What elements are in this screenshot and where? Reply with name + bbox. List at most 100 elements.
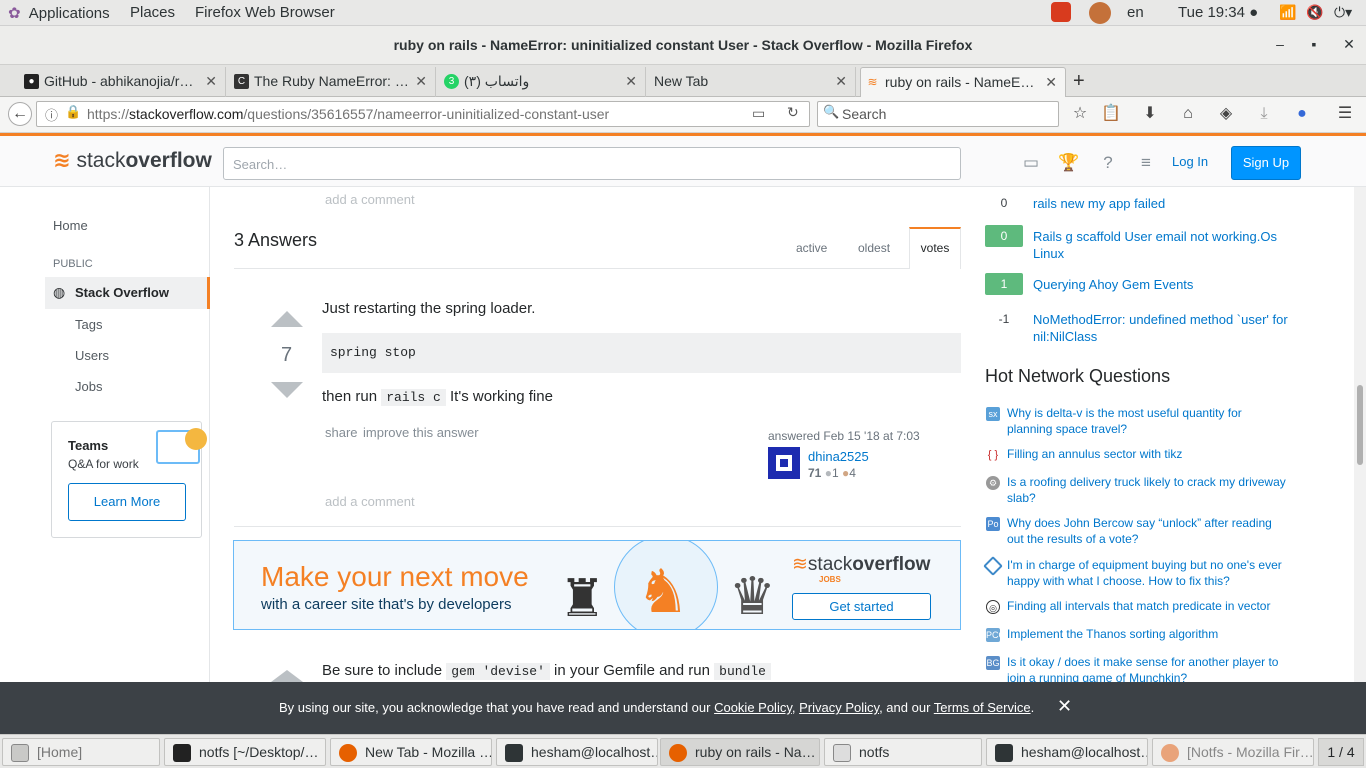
share-link[interactable]: share: [325, 425, 358, 440]
minimize-icon[interactable]: –: [1271, 36, 1289, 54]
tab-new-tab[interactable]: New Tab ✕: [650, 67, 856, 97]
sort-tab-active[interactable]: active: [796, 241, 827, 255]
jobs-ad-banner[interactable]: Make your next move with a career site t…: [233, 540, 961, 630]
codementor-icon: C: [234, 74, 249, 89]
inbox-icon[interactable]: ▭: [1020, 153, 1042, 173]
clock[interactable]: Tue 19:34 ●: [1178, 4, 1258, 21]
hot-question-link[interactable]: Filling an annulus sector with tikz: [1007, 446, 1287, 462]
hot-question-link[interactable]: Why does John Bercow say “unlock” after …: [1007, 515, 1287, 547]
user-name-link[interactable]: dhina2525: [808, 449, 869, 464]
close-window-icon[interactable]: ✕: [1340, 36, 1358, 54]
back-arrow-icon[interactable]: ←: [8, 102, 32, 126]
signup-button[interactable]: Sign Up: [1231, 146, 1301, 180]
nav-stack-overflow[interactable]: ◍ Stack Overflow: [45, 277, 210, 309]
tray-app-icon[interactable]: [1051, 2, 1071, 22]
new-tab-plus-icon[interactable]: +: [1073, 70, 1085, 93]
window-titlebar: ruby on rails - NameError: uninitialized…: [0, 26, 1366, 65]
upvote-arrow-icon[interactable]: [271, 670, 303, 682]
clipboard-icon[interactable]: 📋: [1101, 104, 1121, 124]
login-button[interactable]: Log In: [1172, 154, 1208, 169]
ad-subline: with a career site that's by developers: [261, 596, 512, 613]
firefox-app-menu[interactable]: Firefox Web Browser: [195, 4, 335, 21]
close-tab-icon[interactable]: ✕: [205, 73, 217, 90]
taskbar-item-terminal[interactable]: hesham@localhost…: [496, 738, 658, 766]
so-search-input[interactable]: Search…: [223, 147, 961, 180]
maximize-icon[interactable]: ▪: [1305, 36, 1323, 54]
places-menu[interactable]: Places: [130, 4, 175, 21]
taskbar-item-rubymine[interactable]: notfs [~/Desktop/…: [164, 738, 326, 766]
hot-question-link[interactable]: Finding all intervals that match predica…: [1007, 598, 1287, 614]
sort-tab-votes[interactable]: votes: [909, 227, 961, 269]
volume-icon[interactable]: 🔇: [1306, 4, 1323, 21]
stackoverflow-logo[interactable]: ≋ stackoverflow: [53, 148, 212, 173]
teams-chat-icon: [156, 428, 207, 464]
extension-icon[interactable]: ●: [1292, 104, 1312, 124]
user-avatar[interactable]: [768, 447, 800, 479]
taskbar-item-firefox-notfs[interactable]: [Notfs - Mozilla Fir…: [1152, 738, 1314, 766]
privacy-policy-link[interactable]: Privacy Policy: [799, 700, 879, 715]
tray-weather-icon[interactable]: [1089, 2, 1111, 24]
close-tab-icon[interactable]: ✕: [625, 73, 637, 90]
home-icon[interactable]: ⌂: [1178, 104, 1198, 124]
close-tab-icon[interactable]: ✕: [415, 73, 427, 90]
achievements-trophy-icon[interactable]: 🏆: [1058, 153, 1080, 173]
hot-question-link[interactable]: Implement the Thanos sorting algorithm: [1007, 626, 1287, 642]
close-tab-icon[interactable]: ✕: [1045, 74, 1057, 91]
workspace-switcher[interactable]: 1 / 4: [1318, 738, 1364, 766]
nav-jobs[interactable]: Jobs: [75, 379, 102, 394]
cookie-banner: By using our site, you acknowledge that …: [0, 682, 1366, 734]
taskbar-item-firefox-newtab[interactable]: New Tab - Mozilla …: [330, 738, 492, 766]
help-icon[interactable]: ?: [1097, 153, 1119, 173]
nav-tags[interactable]: Tags: [75, 317, 102, 332]
hot-question-link[interactable]: Why is delta-v is the most useful quanti…: [1007, 405, 1287, 437]
hamburger-menu-icon[interactable]: ☰: [1335, 104, 1355, 124]
tab-whatsapp[interactable]: 3 واتساب (٣) ✕: [440, 67, 646, 97]
downloads-icon[interactable]: ⤓: [1254, 104, 1274, 124]
improve-answer-link[interactable]: improve this answer: [363, 425, 479, 440]
stackexchange-icon[interactable]: ≡: [1135, 153, 1157, 173]
get-started-button[interactable]: Get started: [792, 593, 931, 620]
taskbar-item-terminal-2[interactable]: hesham@localhost…: [986, 738, 1148, 766]
learn-more-button[interactable]: Learn More: [68, 483, 186, 521]
page-scrollbar[interactable]: [1354, 187, 1366, 682]
reload-icon[interactable]: ↻: [787, 104, 799, 121]
teams-title: Teams: [68, 438, 109, 453]
related-question-link[interactable]: rails new my app failed: [1033, 195, 1303, 212]
close-icon[interactable]: ✕: [1057, 696, 1072, 717]
taskbar-item-home[interactable]: [Home]: [2, 738, 160, 766]
sort-tab-oldest[interactable]: oldest: [858, 241, 890, 255]
reader-view-icon[interactable]: ▭: [752, 105, 765, 122]
cookie-policy-link[interactable]: Cookie Policy: [714, 700, 792, 715]
site-info-icon[interactable]: ⓘ: [45, 105, 58, 124]
add-comment-link[interactable]: add a comment: [325, 494, 415, 509]
taskbar-item-notfs[interactable]: notfs: [824, 738, 982, 766]
browser-search-box[interactable]: 🔍 Search: [817, 101, 1059, 127]
related-question-link[interactable]: Querying Ahoy Gem Events: [1033, 276, 1303, 293]
taskbar-item-firefox-so[interactable]: ruby on rails - Na…: [660, 738, 820, 766]
bookmark-star-icon[interactable]: ☆: [1070, 104, 1090, 124]
nav-users[interactable]: Users: [75, 348, 109, 363]
related-question-link[interactable]: Rails g scaffold User email not working.…: [1033, 228, 1303, 262]
upvote-arrow-icon[interactable]: [271, 311, 303, 327]
add-comment-link[interactable]: add a comment: [325, 192, 415, 207]
applications-menu[interactable]: ✿ Applications: [8, 4, 110, 22]
related-vote-badge: -1: [985, 308, 1023, 330]
keyboard-layout[interactable]: en: [1127, 4, 1144, 21]
tab-github[interactable]: ● GitHub - abhikanojia/r… ✕: [20, 67, 226, 97]
close-tab-icon[interactable]: ✕: [835, 73, 847, 90]
download-arrow-icon[interactable]: ⬇: [1140, 104, 1160, 124]
downvote-arrow-icon[interactable]: [271, 382, 303, 398]
hot-question-link[interactable]: Is a roofing delivery truck likely to cr…: [1007, 474, 1287, 506]
url-bar[interactable]: ⓘ 🔒 https://stackoverflow.com/questions/…: [36, 101, 810, 127]
pocket-icon[interactable]: ◈: [1216, 104, 1236, 124]
nav-home[interactable]: Home: [53, 218, 88, 233]
hot-question-link[interactable]: I'm in charge of equipment buying but no…: [1007, 557, 1287, 589]
stack-logo-icon: ≋: [53, 149, 71, 172]
terms-of-service-link[interactable]: Terms of Service: [934, 700, 1031, 715]
scrollbar-thumb[interactable]: [1357, 385, 1363, 465]
power-menu-icon[interactable]: ⏻▾: [1334, 4, 1352, 21]
wifi-icon[interactable]: 📶: [1279, 4, 1296, 21]
tab-stackoverflow-active[interactable]: ≋ ruby on rails - NameE… ✕: [860, 67, 1066, 97]
related-question-link[interactable]: NoMethodError: undefined method `user' f…: [1033, 311, 1303, 345]
tab-ruby-nameerror[interactable]: C The Ruby NameError: … ✕: [230, 67, 436, 97]
